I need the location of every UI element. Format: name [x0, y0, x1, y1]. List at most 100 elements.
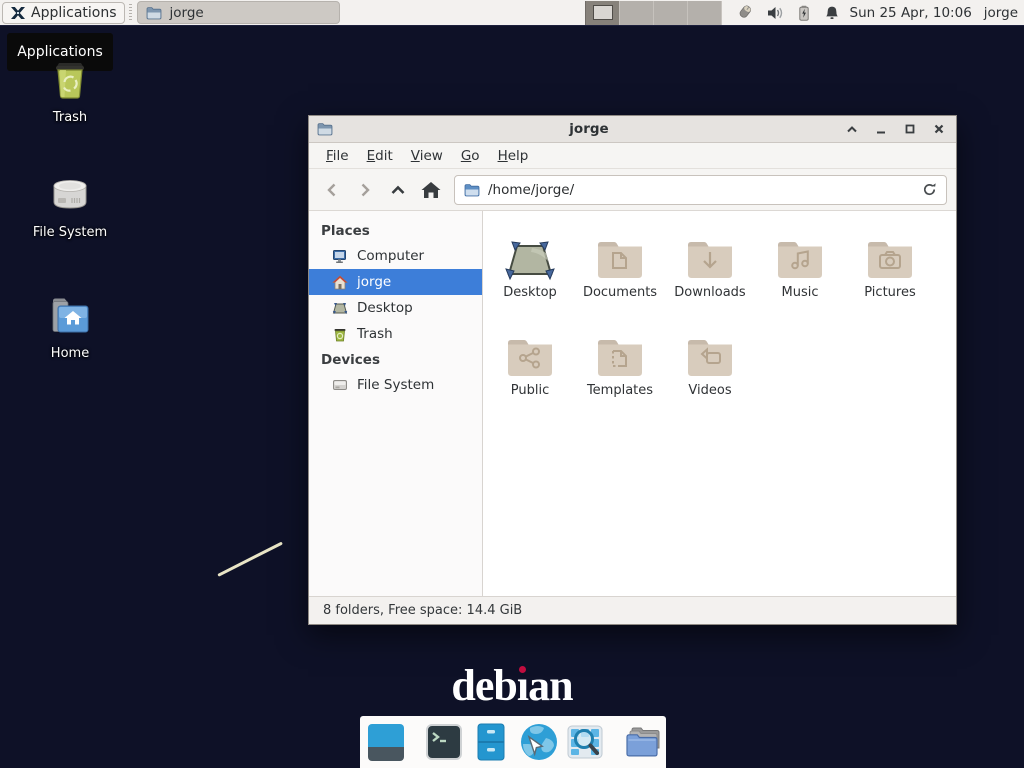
panel-username[interactable]: jorge: [984, 5, 1018, 21]
sidebar-item-label: File System: [357, 377, 434, 393]
folder-launcher[interactable]: [623, 722, 663, 762]
window-title: jorge: [339, 121, 839, 137]
forward-button[interactable]: [351, 176, 379, 204]
scratch-line-artifact: [217, 542, 283, 577]
workspace-4[interactable]: [687, 1, 721, 25]
folder-item-desktop[interactable]: Desktop: [485, 223, 575, 321]
app-finder-icon: [565, 722, 605, 762]
system-tray: [736, 4, 840, 21]
mouse-icon[interactable]: [736, 4, 754, 21]
web-browser-launcher[interactable]: [518, 722, 558, 762]
tasklist-handle: [127, 4, 134, 22]
path-text[interactable]: /home/jorge/: [488, 182, 574, 198]
trash-icon: [47, 55, 93, 101]
desktop-icon-trash[interactable]: Trash: [10, 55, 130, 125]
file-manager-launcher[interactable]: [471, 722, 511, 762]
sidebar-item-label: jorge: [357, 274, 391, 290]
folder-label: Templates: [587, 383, 653, 398]
toolbar: /home/jorge/: [309, 169, 956, 211]
templates-folder-icon: [595, 337, 645, 379]
app-finder-launcher[interactable]: [565, 722, 605, 762]
workspace-switcher[interactable]: [585, 1, 722, 25]
menubar: File Edit View Go Help: [309, 143, 956, 169]
shade-button[interactable]: [845, 122, 859, 136]
home-button[interactable]: [417, 176, 445, 204]
folder-label: Pictures: [864, 285, 915, 300]
trash-icon: [332, 327, 348, 342]
file-manager-window: jorge File Edit View Go Help: [308, 115, 957, 625]
terminal-launcher[interactable]: [424, 722, 464, 762]
close-button[interactable]: [932, 122, 946, 136]
wordmark-i: ı: [517, 660, 528, 711]
sidebar-item-label: Computer: [357, 248, 424, 264]
documents-folder-icon: [595, 239, 645, 281]
desktop-icon-file-system[interactable]: File System: [10, 170, 130, 240]
folder-item-public[interactable]: Public: [485, 321, 575, 419]
folder-item-music[interactable]: Music: [755, 223, 845, 321]
path-bar[interactable]: /home/jorge/: [454, 175, 947, 205]
taskbar-window-label: jorge: [170, 5, 204, 21]
sidebar-item-trash[interactable]: Trash: [309, 321, 482, 347]
sidebar-item-desktop[interactable]: Desktop: [309, 295, 482, 321]
titlebar-buttons: [845, 122, 946, 136]
sidebar-item-label: Trash: [357, 326, 393, 342]
workspace-1-active[interactable]: [585, 1, 619, 25]
folder-item-templates[interactable]: Templates: [575, 321, 665, 419]
music-folder-icon: [775, 239, 825, 281]
applications-menu-button[interactable]: Applications: [2, 2, 125, 24]
sidebar-item-computer[interactable]: Computer: [309, 243, 482, 269]
applications-menu-label: Applications: [31, 5, 117, 21]
menu-view[interactable]: View: [402, 145, 452, 167]
menu-edit[interactable]: Edit: [358, 145, 402, 167]
sidebar-places-header: Places: [309, 218, 482, 243]
sidebar-item-file-system[interactable]: File System: [309, 372, 482, 398]
file-cabinet-icon: [471, 722, 511, 762]
minimize-button[interactable]: [874, 122, 888, 136]
notifications-bell-icon[interactable]: [824, 5, 840, 21]
battery-icon[interactable]: [797, 5, 811, 21]
desktop-icon-home[interactable]: Home: [10, 293, 130, 361]
desktop-icon-label: Home: [10, 346, 130, 361]
window-folder-icon: [146, 6, 162, 20]
workspace-window-preview: [593, 5, 613, 20]
up-button[interactable]: [384, 176, 412, 204]
folder-item-pictures[interactable]: Pictures: [845, 223, 935, 321]
folder-item-downloads[interactable]: Downloads: [665, 223, 755, 321]
harddisk-icon: [46, 170, 94, 216]
volume-icon[interactable]: [767, 5, 784, 21]
public-folder-icon: [505, 337, 555, 379]
folder-item-documents[interactable]: Documents: [575, 223, 665, 321]
folder-label: Videos: [688, 383, 731, 398]
workspace-2[interactable]: [619, 1, 653, 25]
back-button[interactable]: [318, 176, 346, 204]
wordmark-post: an: [528, 661, 572, 710]
statusbar: 8 folders, Free space: 14.4 GiB: [309, 596, 956, 624]
show-desktop-button[interactable]: [366, 722, 406, 762]
top-panel: Applications jorge: [0, 0, 1024, 26]
folder-view[interactable]: Desktop Documents: [483, 211, 956, 596]
folder-item-videos[interactable]: Videos: [665, 321, 755, 419]
menu-file[interactable]: File: [317, 145, 358, 167]
window-body: Places Computer: [309, 211, 956, 596]
menu-go[interactable]: Go: [452, 145, 489, 167]
window-titlebar[interactable]: jorge: [309, 116, 956, 143]
pictures-folder-icon: [865, 239, 915, 281]
menu-help[interactable]: Help: [489, 145, 538, 167]
sidebar-item-label: Desktop: [357, 300, 413, 316]
sidebar-item-jorge[interactable]: jorge: [309, 269, 482, 295]
debian-wordmark: debıan: [0, 660, 1024, 711]
taskbar-window-button[interactable]: jorge: [137, 1, 340, 24]
home-icon: [332, 275, 348, 290]
dock-panel: [360, 716, 666, 768]
desktop-screen: Applications jorge: [0, 0, 1024, 768]
desktop-icon-label: File System: [10, 225, 130, 240]
folder-label: Desktop: [503, 285, 557, 300]
workspace-3[interactable]: [653, 1, 687, 25]
web-browser-globe-icon: [518, 722, 558, 762]
reload-button[interactable]: [922, 182, 937, 197]
harddisk-icon: [332, 378, 348, 392]
panel-clock[interactable]: Sun 25 Apr, 10:06: [850, 5, 972, 21]
maximize-button[interactable]: [903, 122, 917, 136]
show-desktop-icon: [368, 724, 404, 747]
folder-stack-icon: [623, 722, 663, 762]
